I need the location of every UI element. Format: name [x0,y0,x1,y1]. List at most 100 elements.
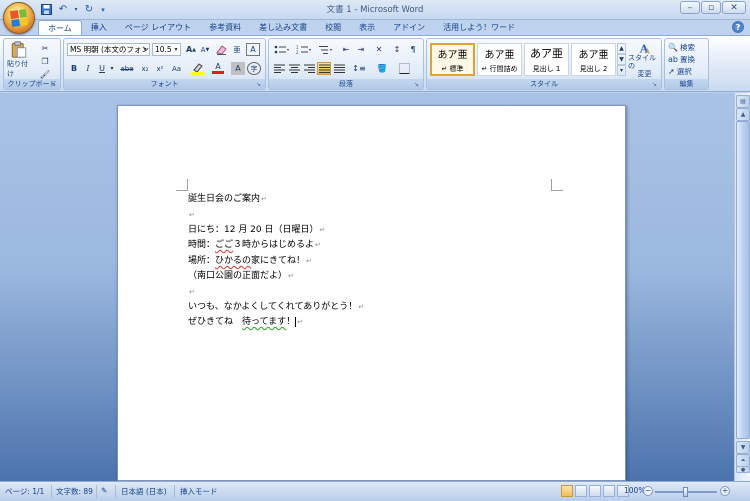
minimize-icon[interactable]: – [680,1,700,14]
doc-line-blank[interactable]: ↵ [188,286,195,299]
highlight-icon[interactable] [189,62,207,75]
chevron-down-icon[interactable]: ▾ [108,62,116,75]
character-border-icon[interactable]: A [246,43,260,56]
align-left-icon[interactable] [272,62,286,75]
office-button[interactable] [3,2,35,34]
asian-layout-icon[interactable]: ✕ [370,43,388,56]
find-button[interactable]: 🔍 検索 [668,41,695,53]
web-layout-icon[interactable] [589,485,601,497]
scroll-up-icon[interactable]: ▲ [736,108,750,121]
sort-icon[interactable]: ↕ [390,43,404,56]
page-count[interactable]: ページ: 1/1 [5,486,44,497]
tab-mailings[interactable]: 差し込み文書 [250,20,316,35]
line-spacing-icon[interactable]: ↕≡ [349,62,369,75]
style-no-spacing[interactable]: あア亜 ↵ 行間詰め [477,43,522,76]
paragraph-launcher-icon[interactable]: ↘ [414,81,421,88]
gallery-down-icon[interactable]: ▼ [617,54,626,65]
change-case-button[interactable]: Aa [168,62,185,75]
justify-icon[interactable] [317,62,331,75]
borders-icon[interactable] [395,62,415,75]
gallery-up-icon[interactable]: ▲ [617,43,626,54]
align-right-icon[interactable] [302,62,316,75]
italic-button[interactable]: I [81,62,95,75]
doc-line-closing[interactable]: ぜひきてね 待ってます！ ↵ [188,316,303,329]
tab-page-layout[interactable]: ページ レイアウト [116,20,200,35]
increase-indent-icon[interactable]: ⇥ [354,43,368,56]
zoom-slider-thumb[interactable] [683,487,688,497]
gallery-more-icon[interactable]: ▾ [617,65,626,76]
font-color-icon[interactable]: A [209,62,227,75]
subscript-button[interactable]: x₂ [138,62,152,75]
font-size-combo[interactable]: 10.5 ▾ [152,43,181,56]
scroll-down-icon[interactable]: ▼ [736,441,750,454]
paste-button[interactable]: 貼り付け [7,41,31,79]
clear-format-icon[interactable] [214,43,228,56]
style-heading-1[interactable]: あア亜 見出し 1 [524,43,569,76]
show-marks-icon[interactable]: ¶ [406,43,420,56]
align-center-icon[interactable] [287,62,301,75]
zoom-in-icon[interactable]: + [720,486,730,496]
character-shading-icon[interactable]: A [231,62,245,75]
document-page[interactable]: 誕生日会のご案内↵ ↵ 日にち：12 月 20 日（日曜日）↵ 時間：ごご３時か… [117,105,626,481]
style-normal[interactable]: あア亜 ↵ 標準 [430,43,475,76]
phonetic-guide-icon[interactable]: 亜 [230,43,244,56]
underline-button[interactable]: U [95,62,109,75]
help-icon[interactable]: ? [732,21,744,33]
cut-icon[interactable]: ✂ [38,42,52,55]
numbering-icon[interactable]: 12 [294,43,314,56]
paste-icon [11,41,27,58]
browse-object-icon[interactable]: ● [736,466,750,473]
word-count[interactable]: 文字数: 89 [56,486,93,497]
vertical-scrollbar[interactable]: ▤ ▲ ▼ ⏶ ● [734,93,750,481]
doc-line-place[interactable]: 場所：ひかるの家にきてね！↵ [188,255,312,268]
change-styles-icon: AA [638,42,649,54]
print-layout-view-icon[interactable] [561,485,573,497]
zoom-out-icon[interactable]: − [643,486,653,496]
ruler-toggle-icon[interactable]: ▤ [736,95,750,108]
multilevel-list-icon[interactable] [316,43,336,56]
doc-line-time[interactable]: 時間：ごご３時からはじめるよ↵ [188,239,321,252]
scroll-thumb[interactable] [736,121,750,439]
full-screen-reading-icon[interactable] [575,485,587,497]
outline-view-icon[interactable] [603,485,615,497]
insert-mode-status[interactable]: 挿入モード [180,486,218,497]
maximize-icon[interactable]: ▫ [701,1,721,14]
tab-insert[interactable]: 挿入 [82,20,116,35]
doc-line-date[interactable]: 日にち：12 月 20 日（日曜日）↵ [188,224,325,237]
doc-line-place-detail[interactable]: （南口公園の正面だよ）↵ [188,270,294,283]
enclose-characters-icon[interactable]: 字 [247,62,261,75]
clipboard-launcher-icon[interactable]: ↘ [51,81,58,88]
font-launcher-icon[interactable]: ↘ [256,81,263,88]
bold-button[interactable]: B [67,62,81,75]
replace-button[interactable]: ab 置換 [668,53,695,65]
decrease-indent-icon[interactable]: ⇤ [339,43,353,56]
tab-references[interactable]: 参考資料 [200,20,250,35]
styles-launcher-icon[interactable]: ↘ [652,81,659,88]
tab-katsuyou[interactable]: 活用しよう！ワード [434,20,524,35]
grow-font-icon[interactable]: A ▲ [184,43,198,56]
close-icon[interactable]: ✕ [722,1,746,14]
bullets-icon[interactable] [272,43,292,56]
change-styles-button[interactable]: AA スタイルの 変更 [628,42,661,78]
distributed-icon[interactable] [332,62,346,75]
doc-line-blank[interactable]: ↵ [188,209,195,222]
shading-icon[interactable]: 🪣 [372,62,392,75]
tab-addins[interactable]: アドイン [384,20,434,35]
window-title: 文書 1 - Microsoft Word [326,5,424,15]
copy-icon[interactable]: ❐ [38,55,52,68]
select-button[interactable]: ➚ 選択 [668,65,692,77]
doc-line-title[interactable]: 誕生日会のご案内↵ [188,193,267,206]
proofing-icon[interactable]: ✎ [101,486,107,495]
shrink-font-icon[interactable]: A ▼ [198,43,212,56]
tab-view[interactable]: 表示 [350,20,384,35]
superscript-button[interactable]: x² [153,62,167,75]
tab-review[interactable]: 校閲 [316,20,350,35]
language-status[interactable]: 日本語 (日本) [121,486,167,497]
style-heading-2[interactable]: あア亜 見出し 2 [571,43,616,76]
strikethrough-button[interactable]: abe [118,62,136,75]
ribbon: 貼り付け ✂ ❐ 🖌 クリップボード ↘ MS 明朝 (本文のフォン ▾ 10.… [0,35,750,92]
doc-line-thanks[interactable]: いつも、なかよくしてくれてありがとう！↵ [188,301,364,314]
tab-home[interactable]: ホーム [38,20,82,35]
font-name-combo[interactable]: MS 明朝 (本文のフォン ▾ [67,43,150,56]
title-bar: ↶ ▾ ↻ ▾ 文書 1 - Microsoft Word – ▫ ✕ [0,0,750,34]
